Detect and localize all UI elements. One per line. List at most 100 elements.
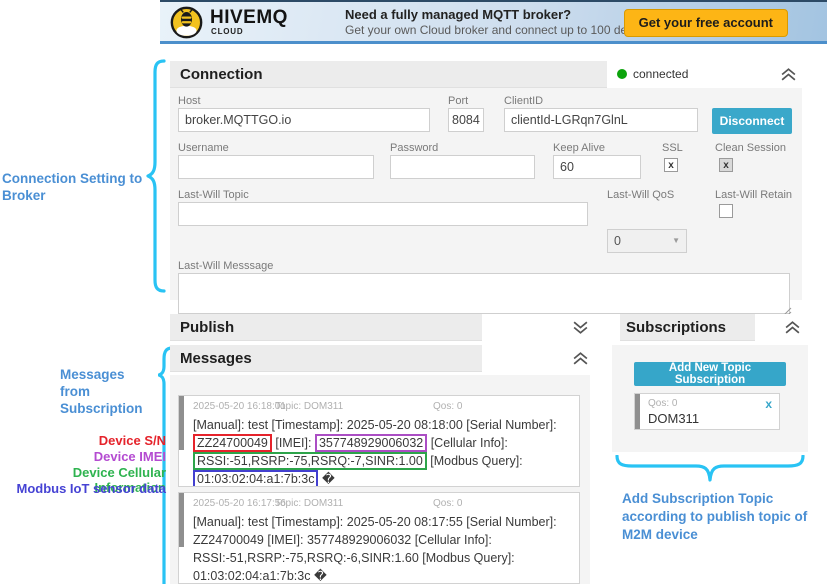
hivemq-banner: HIVEMQ CLOUD Need a fully managed MQTT b… <box>160 0 827 44</box>
mqtt-websocket-client-page: HIVEMQ CLOUD Need a fully managed MQTT b… <box>0 0 827 584</box>
host-input[interactable] <box>178 108 430 132</box>
lastwill-retain-label: Last-Will Retain <box>715 189 792 201</box>
message-qos: Qos: 0 <box>433 401 462 412</box>
subscription-topic: DOM311 <box>648 411 699 426</box>
payload-line: 01:03:02:04:a1:7b:3c � <box>193 567 579 584</box>
brand-name: HIVEMQ <box>210 8 288 27</box>
ssl-checkbox[interactable]: x <box>664 158 678 172</box>
keepalive-input[interactable] <box>553 155 641 179</box>
annotation-device-sn: Device S/N <box>0 433 166 448</box>
payload-line: ZZ24700049 [IMEI]: 357748929006032 [Cell… <box>193 434 579 452</box>
password-input[interactable] <box>390 155 535 179</box>
annotation-messages-from-subscription: Messages from Subscription <box>60 366 156 417</box>
clean-session-label: Clean Session <box>715 142 786 154</box>
message-time: 2025-05-20 16:17:56 <box>193 498 286 509</box>
message-time: 2025-05-20 16:18:01 <box>193 401 286 412</box>
payload-line: [Manual]: test [Timestamp]: 2025-05-20 0… <box>193 416 579 434</box>
message-payload: [Manual]: test [Timestamp]: 2025-05-20 0… <box>193 416 579 487</box>
serial-number-highlight: ZZ24700049 <box>193 434 272 452</box>
subscriptions-body: Add New Topic Subscription Qos: 0 x DOM3… <box>612 345 808 452</box>
messages-titlebar: Messages <box>170 345 482 372</box>
chevron-double-up-icon[interactable] <box>780 66 797 83</box>
remove-subscription-button[interactable]: x <box>765 397 772 411</box>
payload-text: [IMEI]: <box>272 436 315 450</box>
clientid-label: ClientID <box>504 95 543 107</box>
chevron-double-down-icon[interactable] <box>572 319 589 336</box>
message-card: 2025-05-20 16:17:56 Topic: DOM311 Qos: 0… <box>178 492 580 584</box>
connection-titlebar: Connection <box>170 61 607 88</box>
status-text: connected <box>633 67 688 81</box>
status-dot-icon <box>617 69 627 79</box>
chevron-double-up-icon[interactable] <box>784 319 801 336</box>
message-meta: 2025-05-20 16:17:56 Topic: DOM311 Qos: 0 <box>193 498 573 511</box>
annotation-device-imei: Device IMEI <box>0 449 166 464</box>
lastwill-topic-label: Last-Will Topic <box>178 189 249 201</box>
message-qos: Qos: 0 <box>433 498 462 509</box>
subscriptions-title: Subscriptions <box>620 319 726 336</box>
connection-title: Connection <box>170 66 263 83</box>
payload-line: ZZ24700049 [IMEI]: 357748929006032 [Cell… <box>193 531 579 549</box>
message-payload: [Manual]: test [Timestamp]: 2025-05-20 0… <box>193 513 579 584</box>
annotation-add-subscription-topic: Add Subscription Topic according to publ… <box>622 490 810 544</box>
payload-text: [Modbus Query]: <box>427 454 523 468</box>
payload-text: RSSI:-51,RSRP:-75,RSRQ:-6,SINR:1.60 <box>193 551 419 565</box>
annotation-modbus-data: Modbus IoT sensor data <box>0 481 166 496</box>
message-accent-bar <box>179 493 184 547</box>
cellular-info-highlight: RSSI:-51,RSRP:-75,RSRQ:-7,SINR:1.00 <box>193 452 427 470</box>
chevron-double-up-icon[interactable] <box>572 350 589 367</box>
password-label: Password <box>390 142 438 154</box>
connection-panel: Connection connected Host Port ClientID … <box>170 61 802 300</box>
lastwill-retain-checkbox[interactable] <box>719 204 733 218</box>
lastwill-qos-select[interactable]: 0 ▼ <box>607 229 687 253</box>
messages-title: Messages <box>170 350 252 367</box>
payload-line: 01:03:02:04:a1:7b:3c � <box>193 470 579 487</box>
lastwill-qos-value: 0 <box>614 234 621 248</box>
message-topic: Topic: DOM311 <box>275 498 343 509</box>
connection-body: Host Port ClientID Disconnect Username P… <box>170 88 802 300</box>
clean-session-checkbox[interactable]: x <box>719 158 733 172</box>
modbus-query-highlight: 01:03:02:04:a1:7b:3c <box>193 470 318 487</box>
clientid-input[interactable] <box>504 108 698 132</box>
lastwill-message-textarea[interactable] <box>178 273 790 314</box>
payload-text: [Cellular Info]: <box>411 533 492 547</box>
payload-text: � <box>310 569 326 583</box>
keepalive-label: Keep Alive <box>553 142 605 154</box>
subscription-qos: Qos: 0 <box>648 398 677 409</box>
subscription-item: Qos: 0 x DOM311 <box>634 393 780 430</box>
message-meta: 2025-05-20 16:18:01 Topic: DOM311 Qos: 0 <box>193 401 573 414</box>
message-card: 2025-05-20 16:18:01 Topic: DOM311 Qos: 0… <box>178 395 580 487</box>
payload-line: RSSI:-51,RSRP:-75,RSRQ:-7,SINR:1.00 [Mod… <box>193 452 579 470</box>
hivemq-bee-icon <box>170 6 203 39</box>
add-new-topic-subscription-button[interactable]: Add New Topic Subscription <box>634 362 786 386</box>
message-accent-bar <box>179 396 184 450</box>
payload-text: 01:03:02:04:a1:7b:3c <box>193 569 310 583</box>
payload-line: [Manual]: test [Timestamp]: 2025-05-20 0… <box>193 513 579 531</box>
subscription-accent-bar <box>635 394 640 429</box>
ssl-label: SSL <box>662 142 683 154</box>
disconnect-button[interactable]: Disconnect <box>712 108 792 134</box>
lastwill-message-label: Last-Will Messsage <box>178 260 273 272</box>
messages-list: 2025-05-20 16:18:01 Topic: DOM311 Qos: 0… <box>170 375 590 584</box>
payload-text: 357748929006032 <box>307 533 411 547</box>
username-label: Username <box>178 142 229 154</box>
message-topic: Topic: DOM311 <box>275 401 343 412</box>
banner-headline: Need a fully managed MQTT broker? <box>345 7 571 22</box>
payload-text: [Cellular Info]: <box>427 436 508 450</box>
annotation-connection-setting: Connection Setting to Broker <box>2 170 152 204</box>
payload-text: [IMEI]: <box>264 533 307 547</box>
dropdown-arrow-icon: ▼ <box>672 230 680 252</box>
payload-text: ZZ24700049 <box>193 533 264 547</box>
get-free-account-button[interactable]: Get your free account <box>624 9 788 37</box>
publish-titlebar: Publish <box>170 314 482 341</box>
port-input[interactable] <box>448 108 484 132</box>
imei-highlight: 357748929006032 <box>315 434 427 452</box>
connection-status: connected <box>617 61 688 88</box>
payload-text: � <box>318 472 334 486</box>
username-input[interactable] <box>178 155 374 179</box>
brand-sub: CLOUD <box>211 27 243 36</box>
subscriptions-titlebar: Subscriptions <box>620 314 755 341</box>
payload-text: [Modbus Query]: <box>419 551 515 565</box>
lastwill-qos-label: Last-Will QoS <box>607 189 674 201</box>
publish-title: Publish <box>170 319 234 336</box>
lastwill-topic-input[interactable] <box>178 202 588 226</box>
